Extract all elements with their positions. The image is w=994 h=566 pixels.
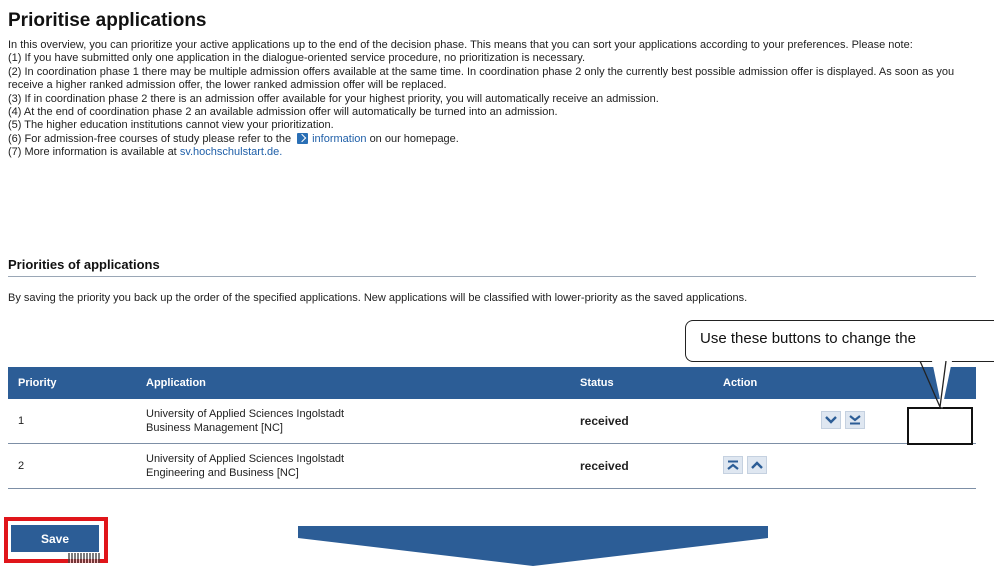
move-to-bottom-icon: [849, 415, 861, 425]
priorities-table: Priority Application Status Action 1 Uni…: [8, 367, 976, 489]
save-button[interactable]: Save: [11, 525, 99, 552]
hochschulstart-link[interactable]: sv.hochschulstart.de.: [180, 146, 283, 158]
move-down-button[interactable]: [821, 411, 841, 429]
intro-text: In this overview, you can prioritize you…: [8, 39, 983, 160]
note-7: (7) More information is available at sv.…: [8, 146, 983, 159]
column-header-priority: Priority: [8, 367, 136, 399]
external-link-icon[interactable]: [297, 132, 309, 144]
move-up-button[interactable]: [747, 456, 767, 474]
move-up-icon: [751, 461, 763, 469]
note-7-text: (7) More information is available at: [8, 146, 177, 159]
page-title: Prioritise applications: [8, 10, 207, 31]
section-description: By saving the priority you back up the o…: [8, 292, 748, 304]
note-1: (1) If you have submitted only one appli…: [8, 52, 586, 65]
table-row: 2 University of Applied Sciences Ingolst…: [8, 443, 976, 489]
note-3: (3) If in coordination phase 2 there is …: [8, 92, 659, 105]
note-6-text: (6) For admission-free courses of study …: [8, 132, 292, 145]
status-text: received: [580, 414, 629, 428]
note-5: (5) The higher education institutions ca…: [8, 119, 334, 132]
application-cell: University of Applied Sciences Ingolstad…: [136, 399, 570, 444]
information-link[interactable]: information: [312, 133, 366, 145]
move-to-top-button[interactable]: [723, 456, 743, 474]
note-2: (2) In coordination phase 1 there may be…: [8, 65, 955, 92]
cursor-icon: [68, 553, 100, 563]
note-4: (4) At the end of coordination phase 2 a…: [8, 106, 558, 119]
move-down-icon: [825, 416, 837, 424]
university-name: University of Applied Sciences Ingolstad…: [146, 453, 345, 465]
application-cell: University of Applied Sciences Ingolstad…: [136, 443, 570, 489]
course-name: Business Management [NC]: [146, 422, 283, 434]
priority-cell: 2: [8, 443, 136, 489]
status-cell: received: [570, 399, 713, 444]
action-cell: [713, 443, 976, 489]
intro-paragraph: In this overview, you can prioritize you…: [8, 39, 913, 51]
callout-tail: [912, 361, 952, 410]
status-text: received: [580, 459, 629, 473]
table-header-row: Priority Application Status Action: [8, 367, 976, 399]
status-cell: received: [570, 443, 713, 489]
column-header-application: Application: [136, 367, 570, 399]
note-6: (6) For admission-free courses of study …: [8, 132, 983, 146]
callout-text: Use these buttons to change the: [700, 330, 916, 347]
callout-bubble: Use these buttons to change the: [685, 320, 994, 362]
priority-cell: 1: [8, 399, 136, 444]
table-row: 1 University of Applied Sciences Ingolst…: [8, 399, 976, 444]
course-name: Engineering and Business [NC]: [146, 467, 299, 479]
down-arrow-graphic: [298, 526, 768, 566]
column-header-status: Status: [570, 367, 713, 399]
move-to-top-icon: [727, 460, 739, 470]
move-to-bottom-button[interactable]: [845, 411, 865, 429]
section-divider: [8, 276, 976, 277]
section-title: Priorities of applications: [8, 257, 160, 272]
university-name: University of Applied Sciences Ingolstad…: [146, 408, 345, 420]
note-6-text-end: on our homepage.: [369, 132, 459, 145]
